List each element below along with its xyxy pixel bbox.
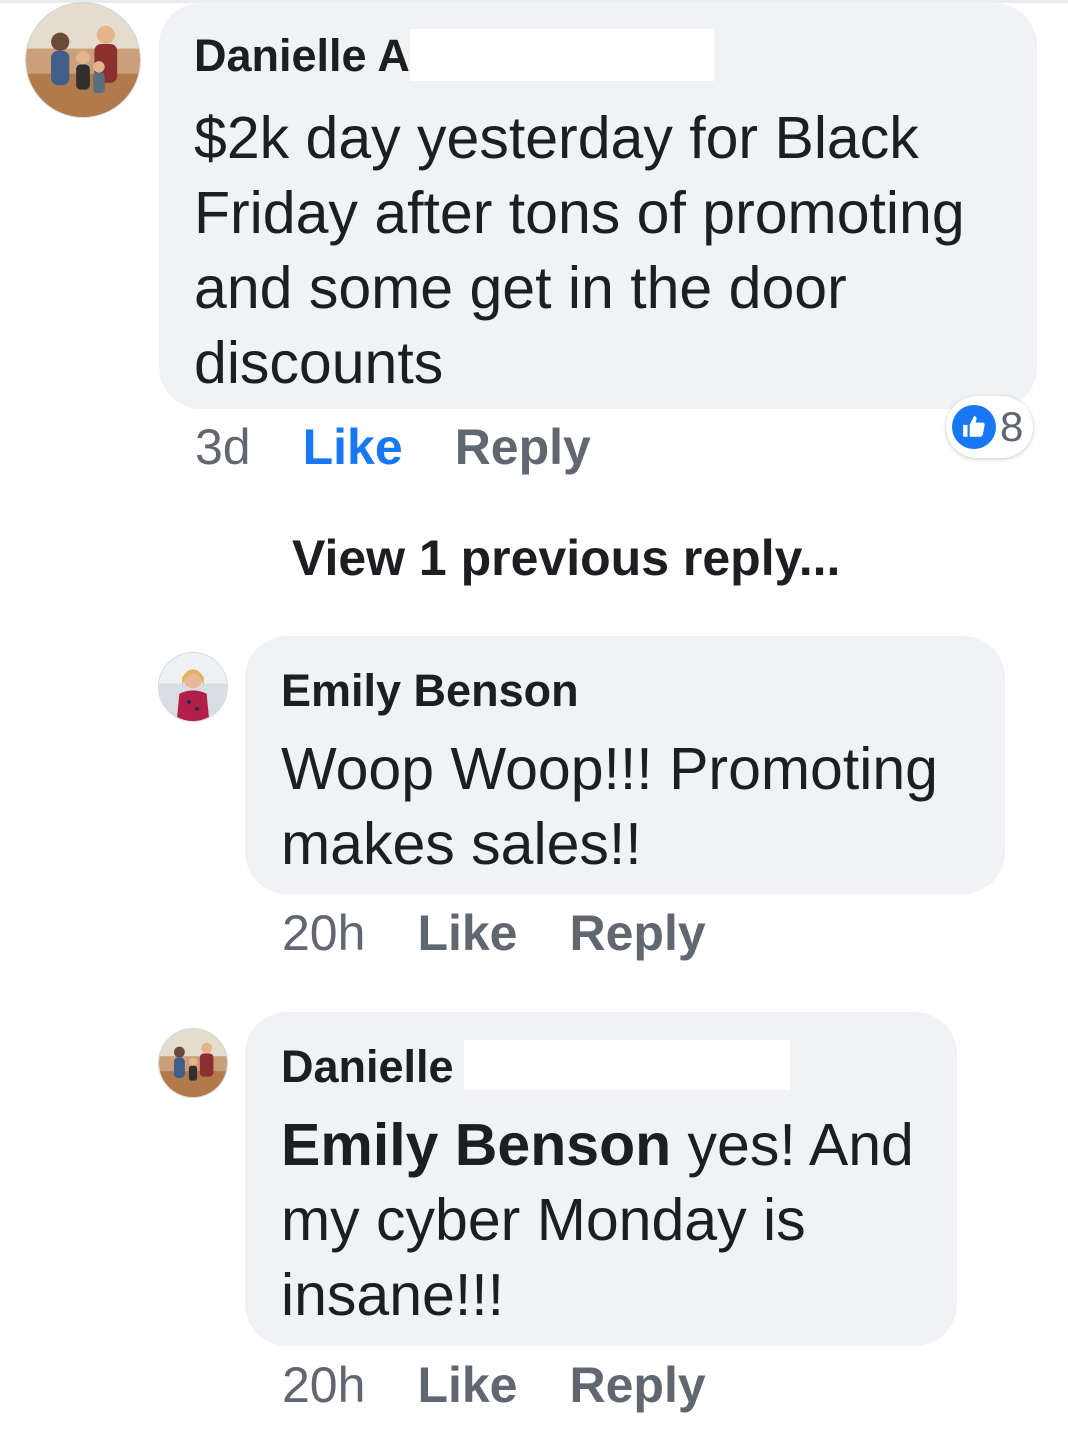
comment-time[interactable]: 3d [195, 417, 251, 477]
reply-time[interactable]: 20h [282, 1355, 365, 1415]
commenter-avatar[interactable] [25, 2, 141, 118]
reply-avatar-danielle[interactable] [158, 1028, 228, 1098]
reply-bubble: Danielle Emily Benson yes! And my cyber … [245, 1012, 957, 1346]
reply-bubble: Emily Benson Woop Woop!!! Promoting make… [245, 636, 1005, 894]
comment-like-button[interactable]: Like [303, 417, 403, 477]
reply-time[interactable]: 20h [282, 903, 365, 963]
mention-link[interactable]: Emily Benson [281, 1112, 671, 1178]
thumbs-up-icon [952, 405, 996, 449]
comment-actions: 3d Like Reply [195, 417, 591, 477]
family-photo-icon [26, 3, 140, 117]
reaction-count-value: 8 [1000, 403, 1024, 450]
reply-avatar-emily[interactable] [158, 652, 228, 722]
reply-author[interactable]: Danielle [281, 1040, 927, 1094]
reply-actions: 20h Like Reply [282, 1355, 706, 1415]
reply-actions: 20h Like Reply [282, 903, 706, 963]
redacted-surname [463, 1040, 790, 1090]
comment-author[interactable]: Danielle A [194, 29, 1007, 83]
comment-bubble: Danielle A $2k day yesterday for Black F… [159, 3, 1037, 409]
comment-reply-button[interactable]: Reply [455, 417, 591, 477]
reply-text: Woop Woop!!! Promoting makes sales!! [281, 736, 938, 877]
redacted-surname [409, 29, 714, 81]
comment-text: $2k day yesterday for Black Friday after… [194, 105, 965, 396]
reaction-count[interactable]: 8 [946, 396, 1034, 458]
reply-author[interactable]: Emily Benson [281, 664, 975, 718]
view-previous-replies-link[interactable]: View 1 previous reply... [292, 528, 840, 588]
reply-like-button[interactable]: Like [417, 1355, 517, 1415]
family-photo-icon [159, 1029, 227, 1097]
reply-text: Emily Benson yes! And my cyber Monday is… [281, 1112, 914, 1328]
profile-photo-icon [159, 653, 227, 721]
reply-like-button[interactable]: Like [417, 903, 517, 963]
reply-reply-button[interactable]: Reply [570, 1355, 706, 1415]
reply-reply-button[interactable]: Reply [570, 903, 706, 963]
